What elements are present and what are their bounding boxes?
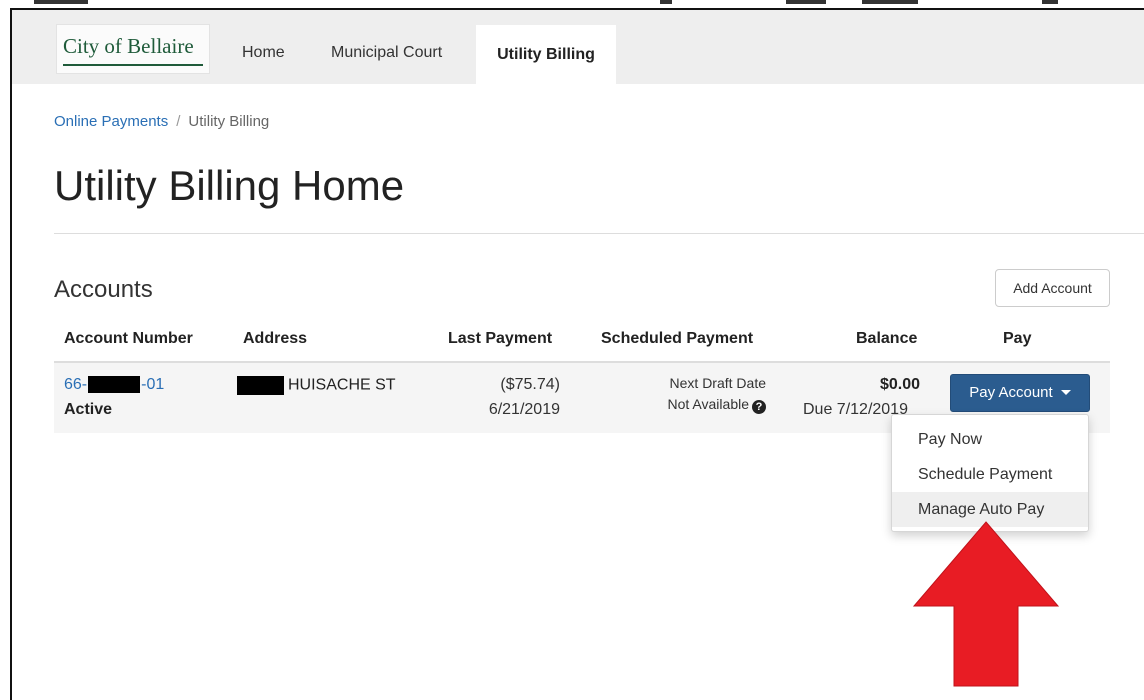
scheduled-payment-status: Not Available?	[620, 396, 766, 414]
breadcrumb-current: Utility Billing	[188, 113, 270, 130]
balance-amount: $0.00	[879, 376, 920, 393]
nav-home[interactable]: Home	[242, 10, 285, 84]
nav-municipal-court[interactable]: Municipal Court	[331, 10, 442, 84]
question-circle-icon[interactable]: ?	[752, 400, 766, 414]
column-header-balance: Balance	[856, 330, 918, 347]
cropped-top-element	[660, 0, 672, 4]
column-header-pay: Pay	[1003, 330, 1032, 347]
cropped-top-element	[1042, 0, 1058, 4]
cropped-top-element	[862, 0, 918, 4]
title-divider	[54, 233, 1144, 234]
page-title: Utility Billing Home	[54, 162, 405, 209]
menu-item-pay-now[interactable]: Pay Now	[892, 422, 1088, 457]
cropped-top-element	[34, 0, 88, 4]
account-number-link[interactable]: 66- -01	[64, 376, 164, 394]
account-status: Active	[64, 401, 113, 418]
redaction-box	[88, 376, 141, 394]
screenshot-border-left	[10, 8, 12, 700]
scheduled-payment-value: Not Available	[667, 396, 749, 412]
caret-down-icon	[1060, 390, 1071, 395]
account-number-suffix: -01	[141, 376, 165, 393]
column-header-account-number: Account Number	[64, 330, 193, 347]
column-header-address: Address	[243, 330, 308, 347]
account-address: HUISACHE ST	[237, 376, 396, 395]
breadcrumb-separator: /	[176, 113, 181, 130]
breadcrumb: Online Payments / Utility Billing	[54, 113, 269, 130]
column-header-scheduled-payment: Scheduled Payment	[601, 330, 754, 347]
account-number-prefix: 66-	[64, 376, 88, 393]
top-navigation: City of Bellaire Home Municipal Court Ut…	[12, 10, 1144, 84]
column-header-last-payment: Last Payment	[448, 330, 553, 347]
nav-utility-billing[interactable]: Utility Billing	[476, 25, 616, 84]
pay-account-button[interactable]: Pay Account	[950, 374, 1090, 412]
address-street: HUISACHE ST	[288, 376, 396, 394]
logo-text: City of Bellaire	[63, 34, 194, 58]
logo-underline	[63, 64, 203, 66]
menu-item-schedule-payment[interactable]: Schedule Payment	[892, 457, 1088, 492]
last-payment-amount: ($75.74)	[500, 376, 560, 393]
cropped-top-element	[786, 0, 826, 4]
redaction-box	[237, 376, 284, 395]
pay-account-label: Pay Account	[969, 384, 1053, 401]
city-logo[interactable]: City of Bellaire	[56, 24, 210, 74]
red-up-arrow-annotation	[912, 521, 1060, 687]
pay-account-dropdown-menu: Pay Now Schedule Payment Manage Auto Pay	[891, 414, 1089, 532]
accounts-heading: Accounts	[54, 276, 153, 303]
last-payment-date: 6/21/2019	[488, 401, 560, 418]
scheduled-payment-label: Next Draft Date	[669, 375, 766, 391]
add-account-button[interactable]: Add Account	[995, 269, 1110, 307]
breadcrumb-online-payments[interactable]: Online Payments	[54, 113, 168, 130]
